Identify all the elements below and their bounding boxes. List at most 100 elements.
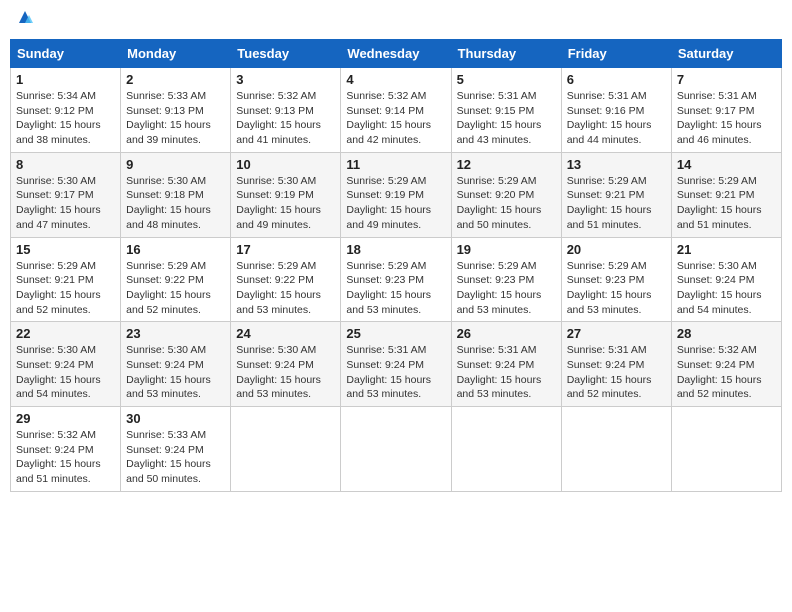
day-number: 12 (457, 157, 556, 172)
calendar-day-cell: 22 Sunrise: 5:30 AM Sunset: 9:24 PM Dayl… (11, 322, 121, 407)
day-info: Sunrise: 5:34 AM Sunset: 9:12 PM Dayligh… (16, 89, 115, 148)
calendar-header-row: SundayMondayTuesdayWednesdayThursdayFrid… (11, 40, 782, 68)
calendar-header-cell: Monday (121, 40, 231, 68)
calendar-body: 1 Sunrise: 5:34 AM Sunset: 9:12 PM Dayli… (11, 68, 782, 492)
day-info: Sunrise: 5:31 AM Sunset: 9:24 PM Dayligh… (346, 343, 445, 402)
day-number: 25 (346, 326, 445, 341)
calendar-day-cell: 5 Sunrise: 5:31 AM Sunset: 9:15 PM Dayli… (451, 68, 561, 153)
day-number: 6 (567, 72, 666, 87)
day-number: 10 (236, 157, 335, 172)
day-info: Sunrise: 5:29 AM Sunset: 9:20 PM Dayligh… (457, 174, 556, 233)
calendar-header-cell: Friday (561, 40, 671, 68)
day-info: Sunrise: 5:32 AM Sunset: 9:24 PM Dayligh… (677, 343, 776, 402)
day-info: Sunrise: 5:31 AM Sunset: 9:17 PM Dayligh… (677, 89, 776, 148)
calendar-day-cell: 17 Sunrise: 5:29 AM Sunset: 9:22 PM Dayl… (231, 237, 341, 322)
calendar-day-cell: 2 Sunrise: 5:33 AM Sunset: 9:13 PM Dayli… (121, 68, 231, 153)
calendar-week-row: 22 Sunrise: 5:30 AM Sunset: 9:24 PM Dayl… (11, 322, 782, 407)
day-info: Sunrise: 5:31 AM Sunset: 9:24 PM Dayligh… (457, 343, 556, 402)
day-number: 15 (16, 242, 115, 257)
day-number: 18 (346, 242, 445, 257)
day-number: 17 (236, 242, 335, 257)
calendar-header-cell: Saturday (671, 40, 781, 68)
calendar-day-cell (341, 407, 451, 492)
day-info: Sunrise: 5:31 AM Sunset: 9:16 PM Dayligh… (567, 89, 666, 148)
calendar-day-cell: 23 Sunrise: 5:30 AM Sunset: 9:24 PM Dayl… (121, 322, 231, 407)
calendar-day-cell: 29 Sunrise: 5:32 AM Sunset: 9:24 PM Dayl… (11, 407, 121, 492)
calendar-day-cell: 12 Sunrise: 5:29 AM Sunset: 9:20 PM Dayl… (451, 152, 561, 237)
day-number: 19 (457, 242, 556, 257)
calendar-week-row: 8 Sunrise: 5:30 AM Sunset: 9:17 PM Dayli… (11, 152, 782, 237)
calendar-day-cell: 11 Sunrise: 5:29 AM Sunset: 9:19 PM Dayl… (341, 152, 451, 237)
calendar-day-cell: 6 Sunrise: 5:31 AM Sunset: 9:16 PM Dayli… (561, 68, 671, 153)
calendar-day-cell: 1 Sunrise: 5:34 AM Sunset: 9:12 PM Dayli… (11, 68, 121, 153)
calendar-week-row: 15 Sunrise: 5:29 AM Sunset: 9:21 PM Dayl… (11, 237, 782, 322)
day-info: Sunrise: 5:29 AM Sunset: 9:23 PM Dayligh… (346, 259, 445, 318)
day-number: 28 (677, 326, 776, 341)
day-info: Sunrise: 5:31 AM Sunset: 9:24 PM Dayligh… (567, 343, 666, 402)
day-info: Sunrise: 5:29 AM Sunset: 9:23 PM Dayligh… (457, 259, 556, 318)
day-info: Sunrise: 5:33 AM Sunset: 9:13 PM Dayligh… (126, 89, 225, 148)
day-number: 9 (126, 157, 225, 172)
day-number: 22 (16, 326, 115, 341)
calendar-day-cell: 3 Sunrise: 5:32 AM Sunset: 9:13 PM Dayli… (231, 68, 341, 153)
calendar-header-cell: Thursday (451, 40, 561, 68)
day-number: 3 (236, 72, 335, 87)
day-info: Sunrise: 5:30 AM Sunset: 9:24 PM Dayligh… (677, 259, 776, 318)
day-info: Sunrise: 5:29 AM Sunset: 9:22 PM Dayligh… (236, 259, 335, 318)
calendar-day-cell: 18 Sunrise: 5:29 AM Sunset: 9:23 PM Dayl… (341, 237, 451, 322)
logo (14, 10, 33, 31)
calendar-day-cell: 19 Sunrise: 5:29 AM Sunset: 9:23 PM Dayl… (451, 237, 561, 322)
calendar-day-cell: 28 Sunrise: 5:32 AM Sunset: 9:24 PM Dayl… (671, 322, 781, 407)
calendar-day-cell: 20 Sunrise: 5:29 AM Sunset: 9:23 PM Dayl… (561, 237, 671, 322)
day-number: 2 (126, 72, 225, 87)
day-number: 8 (16, 157, 115, 172)
calendar-day-cell (671, 407, 781, 492)
day-info: Sunrise: 5:30 AM Sunset: 9:24 PM Dayligh… (126, 343, 225, 402)
day-info: Sunrise: 5:30 AM Sunset: 9:17 PM Dayligh… (16, 174, 115, 233)
calendar-day-cell: 14 Sunrise: 5:29 AM Sunset: 9:21 PM Dayl… (671, 152, 781, 237)
day-number: 11 (346, 157, 445, 172)
calendar-header-cell: Tuesday (231, 40, 341, 68)
calendar-table: SundayMondayTuesdayWednesdayThursdayFrid… (10, 39, 782, 492)
day-number: 30 (126, 411, 225, 426)
day-number: 1 (16, 72, 115, 87)
day-number: 26 (457, 326, 556, 341)
calendar-day-cell: 9 Sunrise: 5:30 AM Sunset: 9:18 PM Dayli… (121, 152, 231, 237)
header (10, 10, 782, 31)
calendar-day-cell: 16 Sunrise: 5:29 AM Sunset: 9:22 PM Dayl… (121, 237, 231, 322)
day-info: Sunrise: 5:31 AM Sunset: 9:15 PM Dayligh… (457, 89, 556, 148)
day-info: Sunrise: 5:30 AM Sunset: 9:19 PM Dayligh… (236, 174, 335, 233)
calendar-day-cell: 10 Sunrise: 5:30 AM Sunset: 9:19 PM Dayl… (231, 152, 341, 237)
calendar-day-cell: 4 Sunrise: 5:32 AM Sunset: 9:14 PM Dayli… (341, 68, 451, 153)
day-number: 4 (346, 72, 445, 87)
calendar-day-cell: 25 Sunrise: 5:31 AM Sunset: 9:24 PM Dayl… (341, 322, 451, 407)
day-info: Sunrise: 5:29 AM Sunset: 9:21 PM Dayligh… (16, 259, 115, 318)
day-number: 5 (457, 72, 556, 87)
day-info: Sunrise: 5:29 AM Sunset: 9:22 PM Dayligh… (126, 259, 225, 318)
day-info: Sunrise: 5:29 AM Sunset: 9:21 PM Dayligh… (677, 174, 776, 233)
day-number: 29 (16, 411, 115, 426)
calendar-day-cell (451, 407, 561, 492)
calendar-week-row: 1 Sunrise: 5:34 AM Sunset: 9:12 PM Dayli… (11, 68, 782, 153)
calendar-day-cell: 8 Sunrise: 5:30 AM Sunset: 9:17 PM Dayli… (11, 152, 121, 237)
calendar-header-cell: Wednesday (341, 40, 451, 68)
calendar-week-row: 29 Sunrise: 5:32 AM Sunset: 9:24 PM Dayl… (11, 407, 782, 492)
day-info: Sunrise: 5:33 AM Sunset: 9:24 PM Dayligh… (126, 428, 225, 487)
calendar-day-cell (231, 407, 341, 492)
day-info: Sunrise: 5:30 AM Sunset: 9:24 PM Dayligh… (16, 343, 115, 402)
day-number: 14 (677, 157, 776, 172)
day-info: Sunrise: 5:32 AM Sunset: 9:13 PM Dayligh… (236, 89, 335, 148)
day-info: Sunrise: 5:32 AM Sunset: 9:24 PM Dayligh… (16, 428, 115, 487)
calendar-day-cell: 15 Sunrise: 5:29 AM Sunset: 9:21 PM Dayl… (11, 237, 121, 322)
day-info: Sunrise: 5:30 AM Sunset: 9:24 PM Dayligh… (236, 343, 335, 402)
day-info: Sunrise: 5:29 AM Sunset: 9:21 PM Dayligh… (567, 174, 666, 233)
calendar-day-cell: 26 Sunrise: 5:31 AM Sunset: 9:24 PM Dayl… (451, 322, 561, 407)
day-info: Sunrise: 5:29 AM Sunset: 9:23 PM Dayligh… (567, 259, 666, 318)
day-number: 7 (677, 72, 776, 87)
day-number: 24 (236, 326, 335, 341)
logo-icon (17, 9, 33, 25)
day-number: 13 (567, 157, 666, 172)
day-info: Sunrise: 5:30 AM Sunset: 9:18 PM Dayligh… (126, 174, 225, 233)
day-info: Sunrise: 5:29 AM Sunset: 9:19 PM Dayligh… (346, 174, 445, 233)
day-number: 20 (567, 242, 666, 257)
